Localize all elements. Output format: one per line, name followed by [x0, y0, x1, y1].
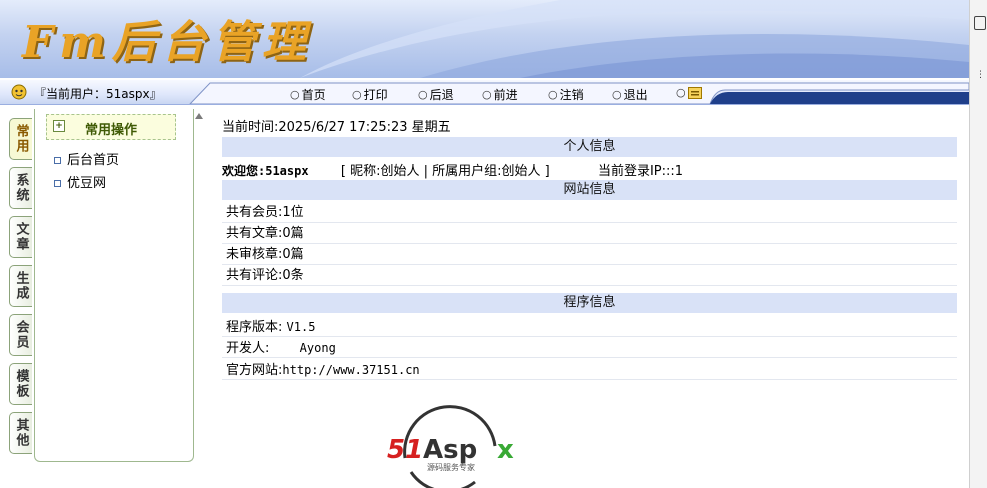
program-version-row: 程序版本: V1.5	[222, 317, 957, 337]
scroll-up-arrow-icon[interactable]	[195, 113, 203, 119]
program-developer-row: 开发人: Ayong	[222, 338, 957, 358]
program-website-row: 官方网站:http://www.37151.cn	[222, 360, 957, 380]
bullet-icon	[54, 180, 61, 187]
51aspx-logo: 51 Asp x 源码服务专家	[387, 405, 514, 488]
tab-common[interactable]: 常用	[9, 118, 32, 160]
tab-member[interactable]: 会员	[9, 314, 32, 356]
tab-template[interactable]: 模板	[9, 363, 32, 405]
tab-generate[interactable]: 生成	[9, 265, 32, 307]
site-row-pending: 未审核章:0篇	[222, 245, 957, 265]
sidebar-item-admin-home[interactable]: 后台首页	[54, 149, 119, 168]
logo-tagline: 源码服务专家	[427, 462, 475, 472]
website-label: 官方网站:	[226, 363, 283, 378]
nav-home-button[interactable]: ○ 首页	[290, 86, 326, 103]
more-icon: ⋮	[976, 70, 985, 80]
sidebar-panel-header[interactable]: + 常用操作	[46, 114, 176, 140]
nav-exit-button[interactable]: ○ 退出	[612, 86, 648, 103]
logo-brand-red: 51	[387, 435, 423, 465]
header-banner: Fm后台管理	[0, 0, 969, 78]
nav-forward-button[interactable]: ○ 前进	[482, 86, 518, 103]
circle-icon: ○	[418, 88, 428, 101]
sidebar-vertical-tabs: 常用 系统 文章 生成 会员 模板 其他	[9, 118, 37, 461]
website-link[interactable]: http://www.37151.cn	[282, 363, 419, 377]
program-info-header: 程序信息	[222, 293, 957, 313]
version-label: 程序版本:	[226, 320, 283, 335]
svg-text:x: x	[497, 435, 514, 465]
site-info-header: 网站信息	[222, 180, 957, 200]
circle-icon: ○	[548, 88, 558, 101]
nav-print-button[interactable]: ○ 打印	[352, 86, 388, 103]
circle-icon: ○	[352, 88, 362, 101]
nav-logout-button[interactable]: ○ 注销	[548, 86, 584, 103]
tab-article[interactable]: 文章	[9, 216, 32, 258]
tab-system[interactable]: 系统	[9, 167, 32, 209]
personal-info-header: 个人信息	[222, 137, 957, 157]
circle-icon: ○	[612, 88, 622, 101]
nav-back-button[interactable]: ○ 后退	[418, 86, 454, 103]
circle-icon: ○	[676, 86, 686, 99]
developer-value: Ayong	[299, 341, 336, 355]
tab-other[interactable]: 其他	[9, 412, 32, 454]
current-time: 当前时间:2025/6/27 17:25:23 星期五	[222, 120, 451, 135]
browser-side-strip: ⋮	[969, 0, 987, 488]
welcome-user: 欢迎您:51aspx	[222, 164, 309, 178]
panel-toggle-icon	[687, 86, 702, 99]
site-row-articles: 共有文章:0篇	[222, 224, 957, 244]
site-row-members: 共有会员:1位	[222, 203, 957, 223]
window-icon	[974, 16, 986, 30]
logo-brand-dark: Asp	[423, 435, 477, 465]
version-value: V1.5	[286, 320, 316, 334]
current-user-label: 『当前用户：51aspx』	[34, 87, 162, 101]
developer-label: 开发人:	[226, 341, 270, 356]
circle-icon: ○	[290, 88, 300, 101]
sidebar-item-youdou[interactable]: 优豆网	[54, 172, 106, 191]
expand-icon: +	[53, 120, 65, 132]
sidebar-panel-title: 常用操作	[85, 123, 138, 138]
login-ip: 当前登录IP:::1	[597, 164, 684, 179]
welcome-line: 欢迎您:51aspx [ 昵称:创始人 | 所属用户组:创始人 ] 当前登录IP…	[222, 160, 683, 179]
site-row-comments: 共有评论:0条	[222, 266, 957, 286]
site-logo: Fm后台管理	[22, 17, 312, 68]
user-icon	[11, 84, 27, 100]
circle-icon: ○	[482, 88, 492, 101]
nav-extra-button[interactable]: ○	[676, 86, 702, 99]
user-group-info: [ 昵称:创始人 | 所属用户组:创始人 ]	[340, 164, 550, 179]
bullet-icon	[54, 157, 61, 164]
